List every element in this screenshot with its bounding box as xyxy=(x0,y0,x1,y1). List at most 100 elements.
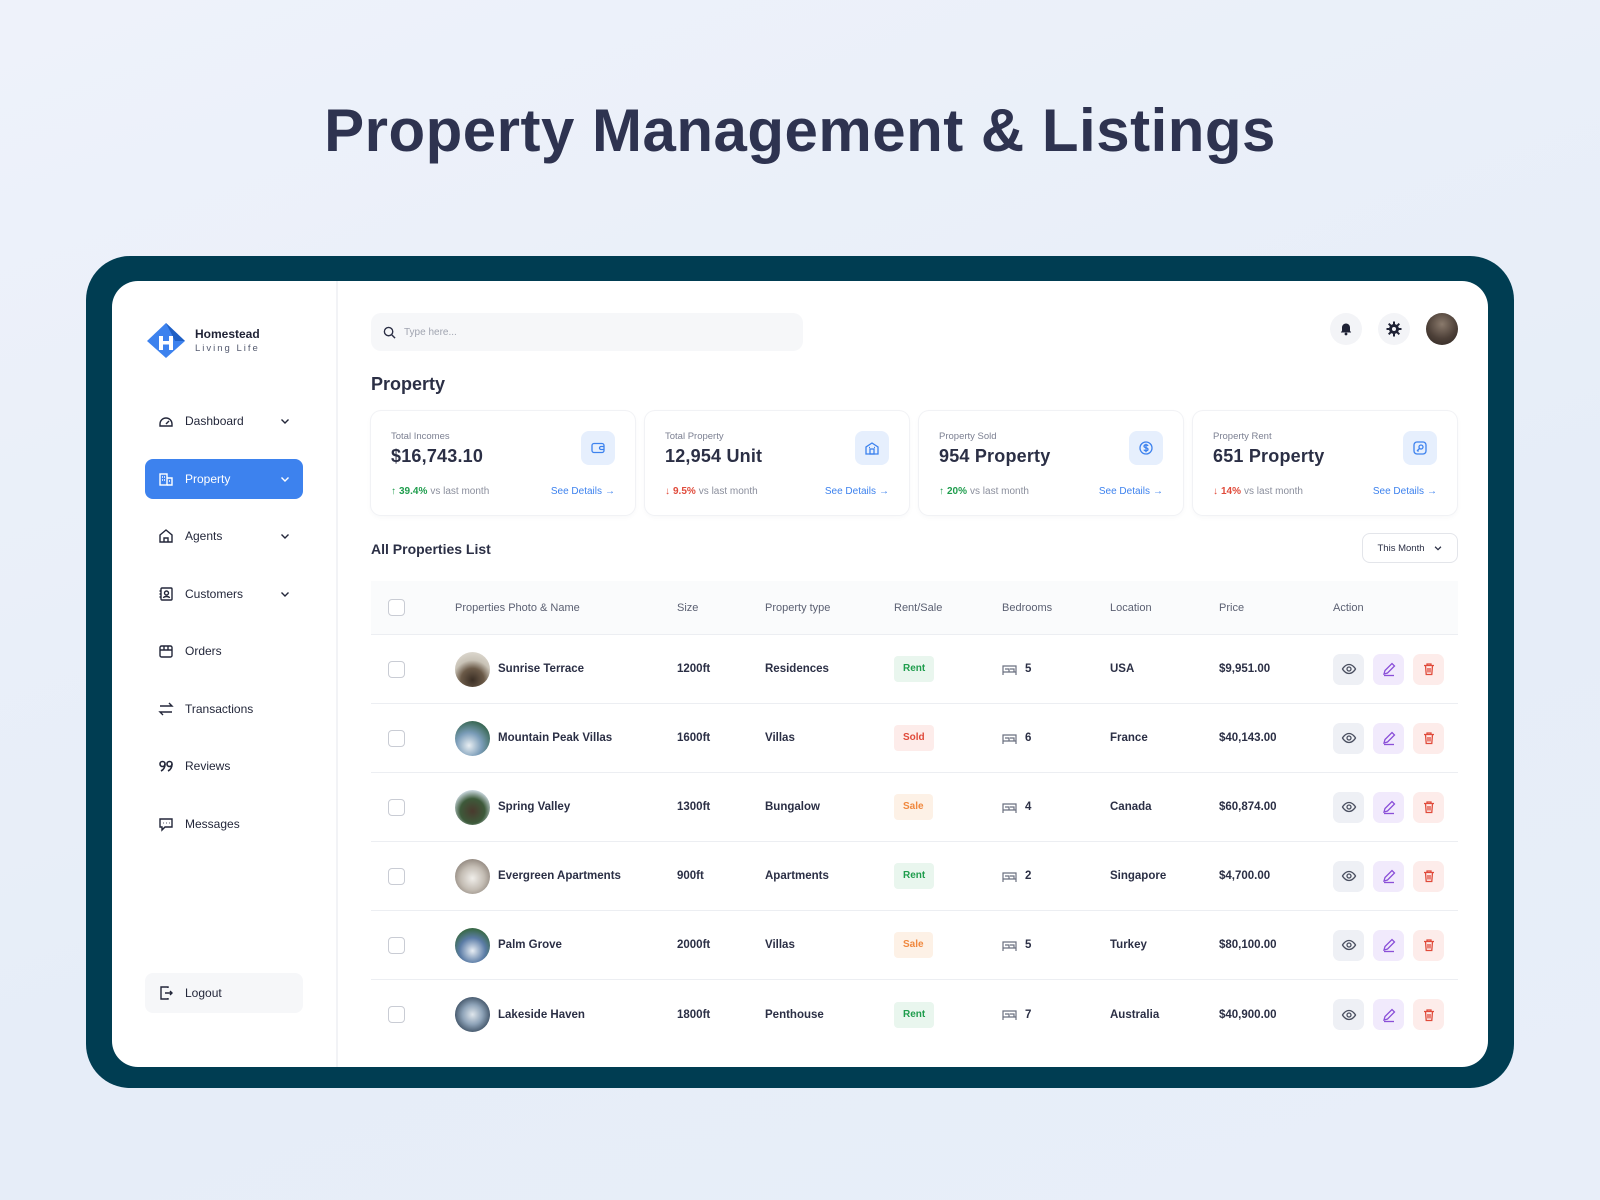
property-name[interactable]: Mountain Peak Villas xyxy=(498,732,612,744)
search-bar xyxy=(371,313,803,351)
sidebar-nav: Dashboard Property Agents Customers Orde… xyxy=(145,401,303,861)
trend: ↓ 14% vs last month xyxy=(1213,486,1303,497)
trend-percent: 39.4% xyxy=(399,486,428,497)
column-header[interactable]: Bedrooms xyxy=(1002,602,1110,614)
select-all-checkbox[interactable] xyxy=(388,599,405,616)
property-name[interactable]: Spring Valley xyxy=(498,801,570,813)
sidebar-item-messages[interactable]: Messages xyxy=(145,804,303,844)
column-header[interactable]: Property type xyxy=(765,602,894,614)
column-header[interactable]: Properties Photo & Name xyxy=(455,602,677,614)
sidebar-item-property[interactable]: Property xyxy=(145,458,303,499)
trash-icon xyxy=(1423,663,1434,676)
eye-icon xyxy=(1341,870,1356,882)
property-thumbnail xyxy=(455,720,490,756)
property-name[interactable]: Sunrise Terrace xyxy=(498,663,584,675)
trash-icon xyxy=(1423,732,1434,745)
search-input[interactable] xyxy=(404,326,784,338)
property-name[interactable]: Lakeside Haven xyxy=(498,1009,585,1021)
property-price: $40,900.00 xyxy=(1219,1008,1277,1021)
bell-icon xyxy=(1340,323,1352,336)
edit-button[interactable] xyxy=(1373,860,1404,892)
row-checkbox[interactable] xyxy=(388,798,405,816)
view-button[interactable] xyxy=(1333,791,1364,823)
see-details-label: See Details xyxy=(824,486,876,497)
property-type: Bungalow xyxy=(765,801,820,813)
delete-button[interactable] xyxy=(1413,722,1444,754)
chat-icon xyxy=(157,815,175,833)
logout-button[interactable]: Logout xyxy=(145,973,303,1013)
sidebar-item-transactions[interactable]: Transactions xyxy=(145,689,303,729)
table-row: Sunrise Terrace 1200ft Residences Rent 5… xyxy=(371,635,1458,704)
edit-button[interactable] xyxy=(1373,722,1404,754)
sidebar-item-agents[interactable]: Agents xyxy=(145,516,303,556)
bed-icon xyxy=(1002,871,1017,882)
row-checkbox[interactable] xyxy=(388,936,405,954)
period-filter-select[interactable]: This Month xyxy=(1362,533,1458,563)
column-header[interactable]: Price xyxy=(1219,602,1333,614)
pencil-icon xyxy=(1382,938,1395,953)
property-price: $80,100.00 xyxy=(1219,939,1277,951)
column-header[interactable]: Size xyxy=(677,602,765,614)
trash-icon xyxy=(1423,1008,1434,1021)
delete-button[interactable] xyxy=(1413,791,1444,823)
sidebar-item-label: Transactions xyxy=(185,701,254,716)
list-title: All Properties List xyxy=(371,541,491,557)
eye-icon xyxy=(1341,801,1356,813)
sidebar-item-customers[interactable]: Customers xyxy=(145,574,303,614)
view-button[interactable] xyxy=(1333,999,1364,1030)
page-title: Property xyxy=(371,374,446,394)
delete-button[interactable] xyxy=(1413,999,1444,1030)
property-thumbnail xyxy=(455,927,490,963)
row-checkbox[interactable] xyxy=(388,729,405,747)
main-content: Property Total Incomes $16,743.10 ↑ 39.4… xyxy=(338,281,1488,1067)
property-location: USA xyxy=(1110,663,1135,675)
sidebar-item-orders[interactable]: Orders xyxy=(145,631,303,671)
brand[interactable]: Homestead Living Life xyxy=(145,321,260,359)
property-name[interactable]: Evergreen Apartments xyxy=(498,870,621,882)
row-checkbox[interactable] xyxy=(388,1006,405,1023)
dollar-icon xyxy=(1129,431,1163,465)
contact-icon xyxy=(157,585,175,603)
sidebar-item-label: Property xyxy=(185,471,231,486)
properties-table: Properties Photo & Name Size Property ty… xyxy=(371,581,1458,1049)
column-header[interactable]: Rent/Sale xyxy=(894,602,1002,614)
table-row: Palm Grove 2000ft Villas Sale 5 Turkey $… xyxy=(371,911,1458,980)
property-price: $4,700.00 xyxy=(1219,870,1271,882)
column-header: Action xyxy=(1333,601,1364,614)
see-details-link[interactable]: See Details → xyxy=(1373,486,1437,497)
trend-suffix: vs last month xyxy=(698,486,758,497)
edit-button[interactable] xyxy=(1373,791,1404,823)
see-details-link[interactable]: See Details → xyxy=(825,486,889,497)
column-header[interactable]: Location xyxy=(1110,602,1219,614)
view-button[interactable] xyxy=(1333,653,1364,685)
see-details-link[interactable]: See Details → xyxy=(551,486,615,497)
edit-button[interactable] xyxy=(1373,999,1404,1030)
sidebar-item-reviews[interactable]: Reviews xyxy=(145,746,303,786)
sidebar-item-dashboard[interactable]: Dashboard xyxy=(145,401,303,441)
chevron-down-icon xyxy=(281,476,289,482)
see-details-link[interactable]: See Details → xyxy=(1099,486,1163,497)
notifications-button[interactable] xyxy=(1330,313,1362,345)
bed-icon xyxy=(1002,733,1017,744)
property-type: Residences xyxy=(765,663,829,675)
user-avatar[interactable] xyxy=(1426,313,1458,345)
delete-button[interactable] xyxy=(1413,860,1444,892)
settings-button[interactable] xyxy=(1378,313,1410,345)
see-details-label: See Details xyxy=(1098,486,1150,497)
view-button[interactable] xyxy=(1333,722,1364,754)
view-button[interactable] xyxy=(1333,860,1364,892)
row-checkbox[interactable] xyxy=(388,867,405,885)
wallet-icon xyxy=(581,431,615,465)
property-size: 900ft xyxy=(677,870,704,882)
delete-button[interactable] xyxy=(1413,929,1444,961)
edit-button[interactable] xyxy=(1373,653,1404,685)
logout-label: Logout xyxy=(185,986,222,1000)
edit-button[interactable] xyxy=(1373,929,1404,961)
delete-button[interactable] xyxy=(1413,653,1444,685)
bedroom-count: 7 xyxy=(1025,1008,1032,1021)
row-checkbox[interactable] xyxy=(388,660,405,678)
property-size: 1200ft xyxy=(677,663,711,675)
property-name[interactable]: Palm Grove xyxy=(498,939,562,951)
view-button[interactable] xyxy=(1333,929,1364,961)
stats-row: Total Incomes $16,743.10 ↑ 39.4% vs last… xyxy=(371,411,1457,515)
